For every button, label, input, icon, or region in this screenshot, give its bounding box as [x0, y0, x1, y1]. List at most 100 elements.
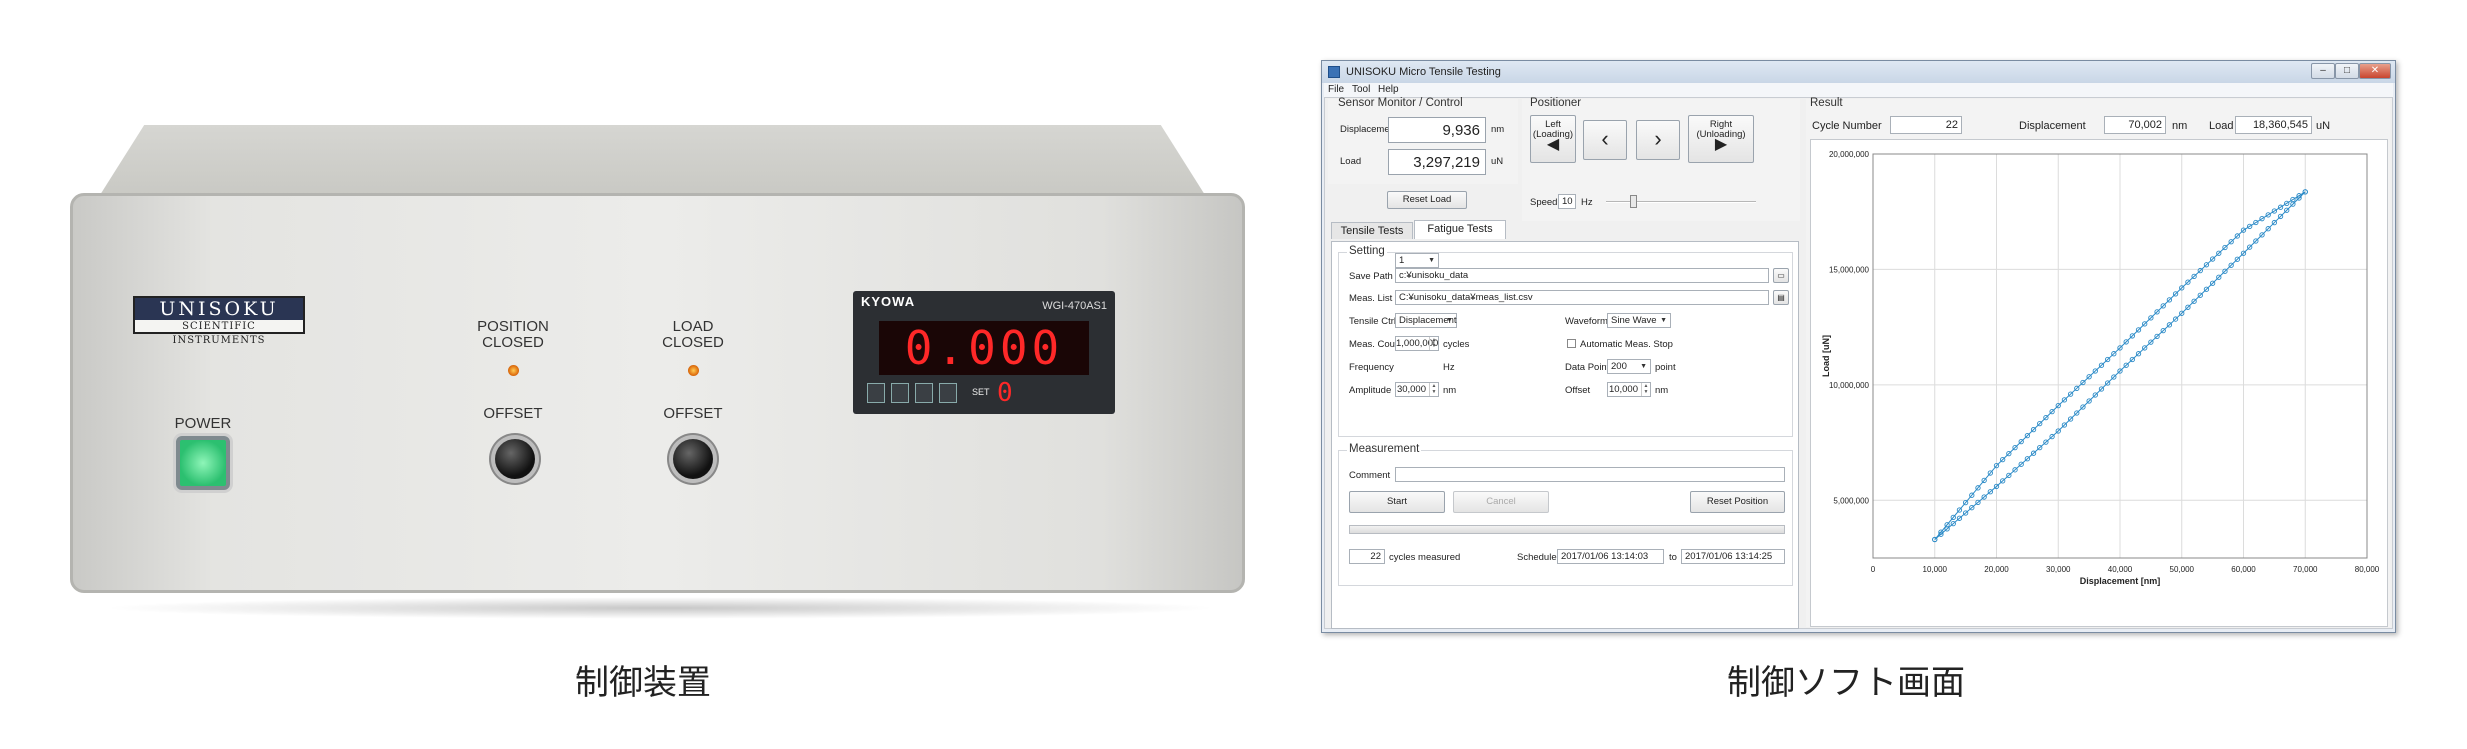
chevron-down-icon: ▼ [1640, 363, 1647, 370]
waveform-value: Sine Wave [1611, 315, 1657, 326]
client-area: Sensor Monitor / Control Displacement 9,… [1324, 97, 2393, 629]
x-tick-label: 20,000 [1984, 565, 2009, 574]
step-left-button[interactable]: ‹ [1583, 120, 1627, 160]
meter-key[interactable] [939, 383, 957, 403]
x-tick-label: 60,000 [2231, 565, 2256, 574]
x-tick-label: 30,000 [2046, 565, 2071, 574]
x-tick-label: 70,000 [2293, 565, 2318, 574]
sensor-monitor-group: Sensor Monitor / Control Displacement 9,… [1328, 97, 1518, 184]
offset-label-load: OFFSET [663, 405, 723, 422]
comment-label: Comment [1349, 470, 1391, 481]
y-tick-label: 10,000,000 [1829, 381, 1870, 390]
waveform-select[interactable]: Sine Wave ▼ [1607, 313, 1671, 328]
amplitude-value: 30,000 [1396, 384, 1426, 395]
step-right-button[interactable]: › [1636, 120, 1680, 160]
auto-stop-checkbox[interactable] [1567, 339, 1576, 348]
reset-load-button[interactable]: Reset Load [1387, 191, 1467, 209]
controller-top-panel [100, 125, 1205, 195]
measurement-group: Measurement Comment Start Cancel Reset P… [1338, 443, 1793, 586]
tensile-ctrl-label: Tensile Ctrl. [1349, 316, 1399, 327]
meter-display: 0.000 [879, 321, 1089, 375]
result-load-label: Load [2209, 120, 2234, 132]
load-unit: uN [1491, 156, 1504, 167]
x-tick-label: 40,000 [2108, 565, 2133, 574]
auto-stop-label: Automatic Meas. Stop [1580, 339, 1673, 350]
spin-arrows-icon[interactable]: ▲ ▼ [1429, 337, 1438, 350]
amplitude-input[interactable]: 30,000 ▲ ▼ [1395, 382, 1439, 397]
save-path-input[interactable]: c:¥unisoku_data [1395, 268, 1769, 283]
y-axis-label: Load [uN] [1821, 335, 1831, 377]
spin-arrows-icon[interactable]: ▲ ▼ [1429, 383, 1438, 396]
meter-brand: KYOWA [861, 294, 916, 309]
cancel-button[interactable]: Cancel [1453, 491, 1549, 513]
displacement-value: 9,936 [1388, 117, 1486, 143]
maximize-button[interactable]: □ [2335, 63, 2359, 79]
arrow-left-icon: ◀ [1546, 136, 1560, 153]
meter-key[interactable] [915, 383, 933, 403]
offset-value: 10,000 [1608, 384, 1638, 395]
frequency-select[interactable]: 1 ▼ [1395, 253, 1439, 268]
y-tick-label: 20,000,000 [1829, 150, 1870, 159]
data-point-unit: point [1655, 362, 1676, 373]
x-tick-label: 10,000 [1923, 565, 1948, 574]
position-led [508, 365, 519, 376]
minimize-button[interactable]: – [2311, 63, 2335, 79]
unisoku-logo: UNISOKU SCIENTIFIC INSTRUMENTS [133, 296, 305, 346]
left-loading-button[interactable]: Left (Loading) ◀ [1530, 115, 1576, 163]
x-tick-label: 50,000 [2170, 565, 2195, 574]
meas-list-label: Meas. List [1349, 293, 1393, 304]
controller-photo: UNISOKU SCIENTIFIC INSTRUMENTS POSITION … [60, 125, 1255, 625]
menu-file[interactable]: File [1328, 83, 1344, 97]
result-title: Result [1810, 97, 1843, 109]
tab-tensile-tests[interactable]: Tensile Tests [1331, 222, 1413, 239]
arrow-right-icon: ▶ [1714, 136, 1728, 153]
menu-tool[interactable]: Tool [1352, 83, 1370, 97]
result-plot: 0 10,000 20,000 30,000 40,000 50,000 60,000 70,… [1810, 139, 2388, 627]
speed-unit: Hz [1581, 197, 1593, 208]
save-path-label: Save Path [1349, 271, 1393, 282]
app-window: UNISOKU Micro Tensile Testing – □ ✕ File… [1321, 60, 2396, 633]
title-bar: UNISOKU Micro Tensile Testing – □ ✕ [1322, 61, 2395, 83]
start-button[interactable]: Start [1349, 491, 1445, 513]
browse-folder-button[interactable]: ▭ [1773, 268, 1789, 283]
tensile-ctrl-select[interactable]: Displacement ▼ [1395, 313, 1457, 328]
meter-key[interactable] [867, 383, 885, 403]
meter-key[interactable] [891, 383, 909, 403]
meas-count-input[interactable]: 1,000,000 ▲ ▼ [1395, 336, 1439, 351]
amplitude-unit: nm [1443, 385, 1457, 396]
power-label: POWER [174, 415, 232, 432]
result-displacement-unit: nm [2172, 120, 2188, 132]
offset-input[interactable]: 10,000 ▲ ▼ [1607, 382, 1651, 397]
reset-position-button[interactable]: Reset Position [1690, 491, 1785, 513]
schedule-to-label: to [1669, 552, 1677, 563]
frequency-unit: Hz [1443, 362, 1455, 373]
data-point-select[interactable]: 200 ▼ [1607, 359, 1651, 374]
browse-file-button[interactable]: ▤ [1773, 290, 1789, 305]
displacement-unit: nm [1491, 124, 1505, 135]
load-offset-knob[interactable] [673, 439, 713, 479]
menu-help[interactable]: Help [1378, 83, 1399, 97]
speed-label: Speed [1530, 197, 1558, 208]
speed-input[interactable]: 10 [1558, 194, 1576, 209]
right-unloading-button[interactable]: Right (Unloading) ▶ [1688, 115, 1754, 163]
frequency-label: Frequency [1349, 362, 1394, 373]
power-button[interactable] [176, 436, 230, 490]
meas-list-input[interactable]: C:¥unisoku_data¥meas_list.csv [1395, 290, 1769, 305]
tab-fatigue-tests[interactable]: Fatigue Tests [1414, 220, 1506, 239]
controller-front-panel: UNISOKU SCIENTIFIC INSTRUMENTS POSITION … [70, 193, 1245, 593]
comment-input[interactable] [1395, 467, 1785, 482]
speed-slider[interactable] [1606, 201, 1756, 203]
position-offset-knob[interactable] [495, 439, 535, 479]
controller-shadow [100, 597, 1220, 619]
position-closed-label: POSITION CLOSED [477, 318, 549, 351]
schedule-from: 2017/01/06 13:14:03 [1557, 549, 1664, 564]
spin-arrows-icon[interactable]: ▲ ▼ [1641, 383, 1650, 396]
data-point-label: Data Point [1565, 362, 1610, 373]
x-tick-label: 80,000 [2355, 565, 2380, 574]
close-button[interactable]: ✕ [2359, 63, 2391, 79]
positioner-group: Positioner Left (Loading) ◀ ‹ › Right (Un… [1522, 97, 1800, 221]
amplitude-label: Amplitude [1349, 385, 1392, 396]
cycles-measured-value: 22 [1349, 549, 1385, 564]
load-led [688, 365, 699, 376]
speed-slider-thumb[interactable] [1630, 195, 1637, 208]
